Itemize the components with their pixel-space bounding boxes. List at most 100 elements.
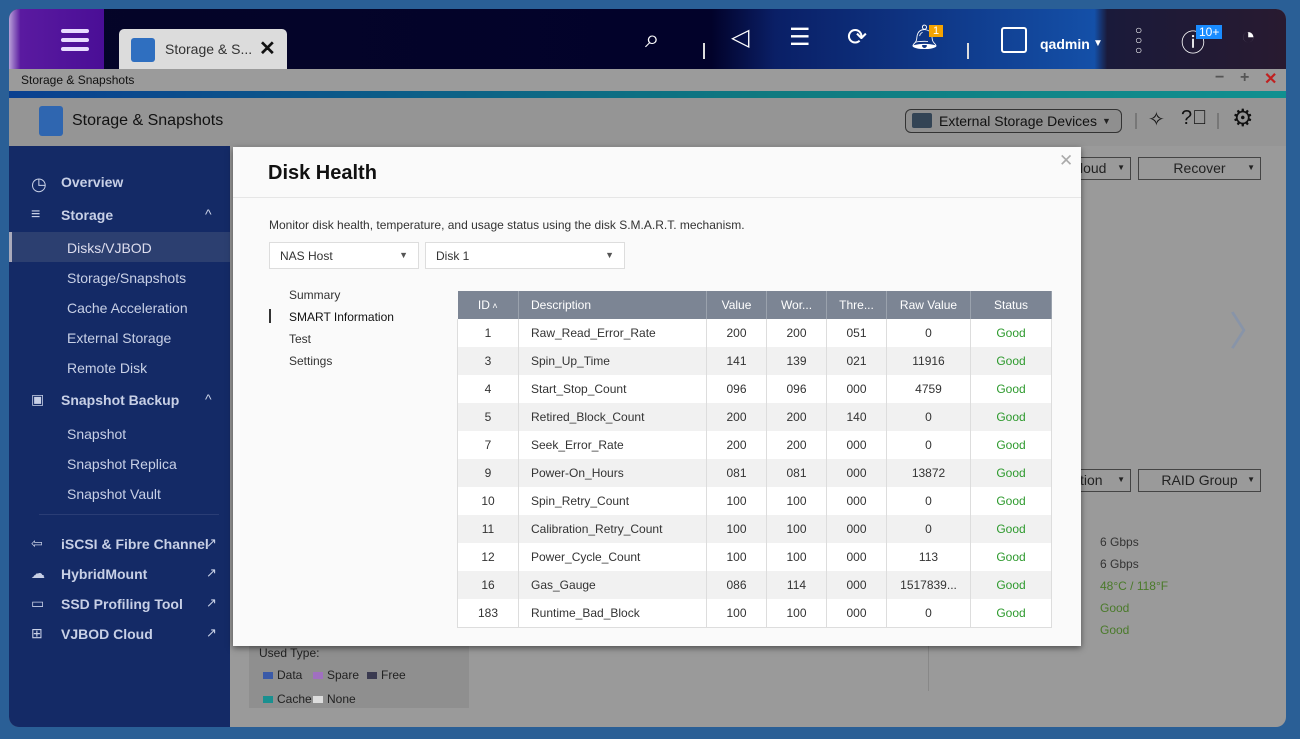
table-cell: 0 xyxy=(886,599,971,627)
sidebar-item-snapshot-backup[interactable]: Snapshot Backup xyxy=(61,392,179,408)
column-header[interactable]: Wor... xyxy=(766,291,827,319)
sidebar-item-snapshot-vault[interactable]: Snapshot Vault xyxy=(67,486,161,502)
sidebar-item-overview[interactable]: Overview xyxy=(61,174,123,190)
table-row[interactable]: 7 Seek_Error_Rate 200 200 000 0 Good xyxy=(457,431,1052,459)
sidebar-item-snapshot[interactable]: Snapshot xyxy=(67,426,126,442)
table-row[interactable]: 9 Power-On_Hours 081 081 000 13872 Good xyxy=(457,459,1052,487)
sidebar-item-remote-disk[interactable]: Remote Disk xyxy=(67,360,147,376)
search-icon[interactable]: ⌕ xyxy=(645,23,660,55)
table-row[interactable]: 16 Gas_Gauge 086 114 000 1517839... Good xyxy=(457,571,1052,599)
user-menu[interactable]: qadmin xyxy=(1040,36,1090,52)
max-speed-value: 6 Gbps xyxy=(1100,557,1139,571)
raid-device-icon xyxy=(912,113,932,128)
table-row[interactable]: 10 Spin_Retry_Count 100 100 000 0 Good xyxy=(457,487,1052,515)
close-dialog-icon[interactable]: ✕ xyxy=(1059,151,1073,171)
table-row[interactable]: 4 Start_Stop_Count 096 096 000 4759 Good xyxy=(457,375,1052,403)
sidebar-item-external-storage[interactable]: External Storage xyxy=(67,330,171,346)
column-header[interactable]: ID ˄ xyxy=(457,291,519,319)
table-header: ID ˄ Description Value Wor... Thre... Raw Val… xyxy=(457,291,1052,319)
tasks-icon[interactable]: ☰ xyxy=(789,23,811,52)
host-select[interactable]: NAS Host ▼ xyxy=(269,242,419,269)
table-cell: Good xyxy=(970,431,1052,459)
raid-group-dropdown[interactable]: RAID Group ▼ xyxy=(1138,469,1261,492)
column-header[interactable]: Raw Value xyxy=(886,291,971,319)
table-cell: 1 xyxy=(457,319,519,347)
select-value: NAS Host xyxy=(280,249,333,263)
maximize-icon[interactable]: + xyxy=(1240,69,1249,87)
help-icon[interactable]: ?⃝ xyxy=(1181,107,1207,130)
table-cell: 5 xyxy=(457,403,519,431)
disk-select[interactable]: Disk 1 ▼ xyxy=(425,242,625,269)
wizard-icon[interactable]: ✧ xyxy=(1148,107,1165,132)
accent-bar xyxy=(9,91,1286,98)
external-link-icon[interactable]: ↗ xyxy=(206,565,217,581)
sidebar-item-iscsi[interactable]: iSCSI & Fibre Channel xyxy=(61,536,209,552)
table-row[interactable]: 3 Spin_Up_Time 141 139 021 11916 Good xyxy=(457,347,1052,375)
column-label: ID xyxy=(477,298,490,312)
sync-icon[interactable]: ⟳ xyxy=(847,23,867,52)
chevron-right-icon[interactable]: 〉 xyxy=(1229,299,1269,357)
nav-smart-information[interactable]: SMART Information xyxy=(289,310,394,324)
external-storage-devices-dropdown[interactable]: External Storage Devices ▼ xyxy=(905,109,1122,133)
table-cell: 100 xyxy=(706,487,767,515)
column-header[interactable]: Description xyxy=(518,291,707,319)
table-cell: 3 xyxy=(457,347,519,375)
table-cell: Gas_Gauge xyxy=(518,571,707,599)
recover-dropdown[interactable]: Recover ▼ xyxy=(1138,157,1261,180)
sidebar-item-hybridmount[interactable]: HybridMount xyxy=(61,566,147,582)
sidebar-item-disks-vjbod[interactable]: Disks/VJBOD xyxy=(67,240,152,256)
external-link-icon[interactable]: ↗ xyxy=(206,535,217,551)
cloud-dropdown[interactable]: loud ▼ xyxy=(1075,157,1131,180)
chevron-up-icon[interactable]: ^ xyxy=(205,391,212,407)
user-icon[interactable] xyxy=(1001,27,1027,53)
table-cell: 000 xyxy=(826,599,887,627)
table-cell: Good xyxy=(970,515,1052,543)
dashboard-gauge-icon[interactable]: ◔ xyxy=(1241,23,1256,51)
chevron-down-icon: ▼ xyxy=(1247,163,1255,172)
external-link-icon[interactable]: ↗ xyxy=(206,595,217,611)
dialog-description: Monitor disk health, temperature, and us… xyxy=(269,218,745,232)
table-row[interactable]: 183 Runtime_Bad_Block 100 100 000 0 Good xyxy=(457,599,1052,627)
table-row[interactable]: 1 Raw_Read_Error_Rate 200 200 051 0 Good xyxy=(457,319,1052,347)
sidebar-item-cache-acceleration[interactable]: Cache Acceleration xyxy=(67,300,188,316)
nav-test[interactable]: Test xyxy=(289,332,311,346)
more-options-icon[interactable]: ○ ○ ○ xyxy=(1135,24,1145,56)
select-value: Disk 1 xyxy=(436,249,470,263)
sidebar-item-snapshot-replica[interactable]: Snapshot Replica xyxy=(67,456,177,472)
events-badge: 10+ xyxy=(1196,25,1223,39)
chevron-up-icon[interactable]: ^ xyxy=(205,206,212,222)
nav-summary[interactable]: Summary xyxy=(289,288,340,302)
chevron-down-icon: ▼ xyxy=(1247,475,1255,484)
main-menu-button[interactable] xyxy=(9,9,104,69)
table-cell: 096 xyxy=(706,375,767,403)
snapshot-icon: ▣ xyxy=(31,391,45,407)
minimize-icon[interactable]: − xyxy=(1215,69,1224,87)
sidebar-item-vjbod-cloud[interactable]: VJBOD Cloud xyxy=(61,626,153,642)
nav-settings[interactable]: Settings xyxy=(289,354,332,368)
storage-app-icon xyxy=(39,106,63,136)
table-row[interactable]: 5 Retired_Block_Count 200 200 140 0 Good xyxy=(457,403,1052,431)
sidebar-item-storage[interactable]: Storage xyxy=(61,207,113,223)
close-tab-icon[interactable]: ✕ xyxy=(259,36,276,61)
announcement-icon[interactable]: ◁ xyxy=(731,23,749,52)
column-header[interactable]: Status xyxy=(970,291,1052,319)
external-link-icon[interactable]: ↗ xyxy=(206,625,217,641)
table-cell: Raw_Read_Error_Rate xyxy=(518,319,707,347)
table-cell: 16 xyxy=(457,571,519,599)
settings-gear-icon[interactable]: ⚙ xyxy=(1232,104,1254,133)
column-header[interactable]: Value xyxy=(706,291,767,319)
table-row[interactable]: 12 Power_Cycle_Count 100 100 000 113 Good xyxy=(457,543,1052,571)
sidebar-item-ssd-profiling[interactable]: SSD Profiling Tool xyxy=(61,596,183,612)
tab-label: Storage & S... xyxy=(165,41,253,57)
divider xyxy=(1217,113,1219,129)
tab-storage-snapshots[interactable]: Storage & S... ✕ xyxy=(119,29,287,69)
action-dropdown[interactable]: tion ▼ xyxy=(1075,469,1131,492)
table-cell: Spin_Retry_Count xyxy=(518,487,707,515)
sidebar-item-storage-snapshots[interactable]: Storage/Snapshots xyxy=(67,270,186,286)
menu-icon xyxy=(61,29,89,33)
legend-swatch xyxy=(263,696,273,703)
column-header[interactable]: Thre... xyxy=(826,291,887,319)
close-window-icon[interactable]: ✕ xyxy=(1264,69,1277,89)
table-cell: 100 xyxy=(766,543,827,571)
table-row[interactable]: 11 Calibration_Retry_Count 100 100 000 0 Good xyxy=(457,515,1052,543)
